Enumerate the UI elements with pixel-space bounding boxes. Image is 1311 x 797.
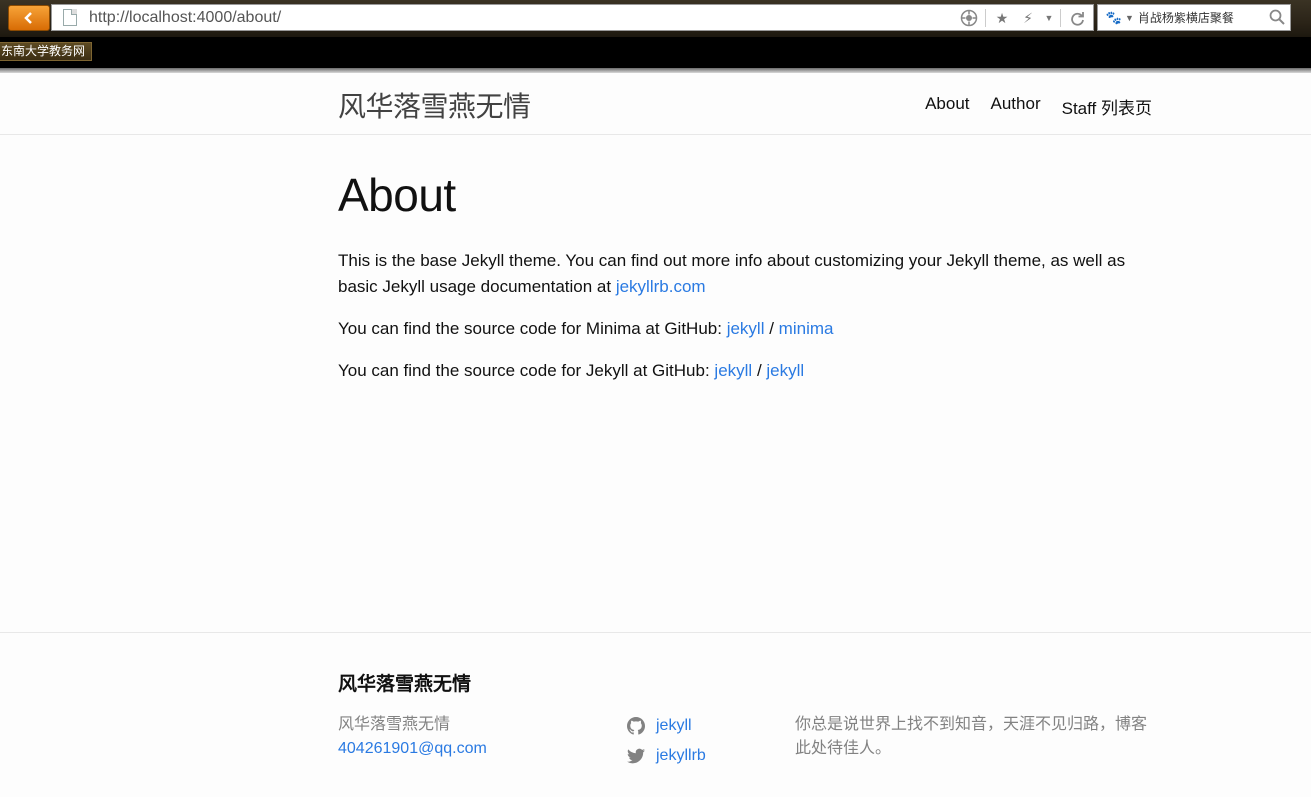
chevron-left-icon <box>24 12 32 24</box>
site-title[interactable]: 风华落雪燕无情 <box>338 85 531 125</box>
favorite-star-icon[interactable]: ★ <box>992 8 1012 28</box>
nav-link-about[interactable]: About <box>925 94 969 119</box>
post-content: This is the base Jekyll theme. You can f… <box>338 248 1158 400</box>
paragraph-minima: You can find the source code for Minima … <box>338 319 834 338</box>
github-icon <box>627 717 645 735</box>
search-icon[interactable] <box>1268 8 1286 26</box>
footer-description: 你总是说世界上找不到知音，天涯不见归路，博客此处待佳人。 <box>795 716 1148 757</box>
bookmark-item[interactable]: 东南大学教务网 <box>0 42 93 61</box>
browser-toolbar: http://localhost:4000/about/ ★ ⚡ ▼ 🐾 ▼ 肖… <box>0 0 1311 37</box>
twitter-icon <box>627 748 645 764</box>
refresh-icon[interactable] <box>1067 8 1087 28</box>
jekyll-org-link[interactable]: jekyll <box>714 361 752 380</box>
site-nav: About Author Staff 列表页 <box>925 94 1152 119</box>
search-box[interactable]: 🐾 ▼ 肖战杨紫横店聚餐 <box>1097 4 1291 31</box>
back-button[interactable] <box>8 5 50 31</box>
site-header: 风华落雪燕无情 About Author Staff 列表页 <box>0 73 1311 135</box>
footer-name: 风华落雪燕无情 <box>338 716 451 733</box>
paragraph-intro: This is the base Jekyll theme. You can f… <box>338 251 1126 296</box>
twitter-link-row[interactable]: jekyllrb <box>627 741 706 771</box>
footer-contact: 风华落雪燕无情 404261901@qq.com <box>338 713 487 761</box>
search-engine-caret-icon[interactable]: ▼ <box>1125 13 1134 23</box>
page-icon <box>63 9 77 26</box>
url-text[interactable]: http://localhost:4000/about/ <box>89 9 281 27</box>
github-link-row[interactable]: jekyll <box>627 711 706 741</box>
github-link[interactable]: jekyll <box>656 711 692 741</box>
nav-link-author[interactable]: Author <box>991 94 1041 119</box>
jekyll-repo-link[interactable]: jekyll <box>766 361 804 380</box>
site-footer: 风华落雪燕无情 风华落雪燕无情 404261901@qq.com jekyll … <box>0 632 1311 797</box>
minima-jekyll-link[interactable]: jekyll <box>727 319 765 338</box>
paragraph-jekyll: You can find the source code for Jekyll … <box>338 361 805 380</box>
jekyllrb-link[interactable]: jekyllrb.com <box>616 277 706 296</box>
page-title: About <box>338 169 456 221</box>
dropdown-caret-icon[interactable]: ▼ <box>1044 8 1054 28</box>
address-bar[interactable]: http://localhost:4000/about/ ★ ⚡ ▼ <box>51 4 1094 31</box>
twitter-link[interactable]: jekyllrb <box>656 741 706 771</box>
bookmarks-bar: 东南大学教务网 <box>0 37 1311 68</box>
baidu-paw-icon: 🐾 <box>1105 9 1123 25</box>
lightning-icon[interactable]: ⚡ <box>1018 8 1038 28</box>
compat-mode-icon[interactable] <box>959 8 979 28</box>
footer-email-link[interactable]: 404261901@qq.com <box>338 737 487 761</box>
minima-repo-link[interactable]: minima <box>779 319 834 338</box>
search-input[interactable]: 肖战杨紫横店聚餐 <box>1138 9 1263 26</box>
nav-link-staff[interactable]: Staff 列表页 <box>1062 94 1152 119</box>
footer-social: jekyll jekyllrb <box>627 711 706 771</box>
footer-heading: 风华落雪燕无情 <box>338 674 472 695</box>
